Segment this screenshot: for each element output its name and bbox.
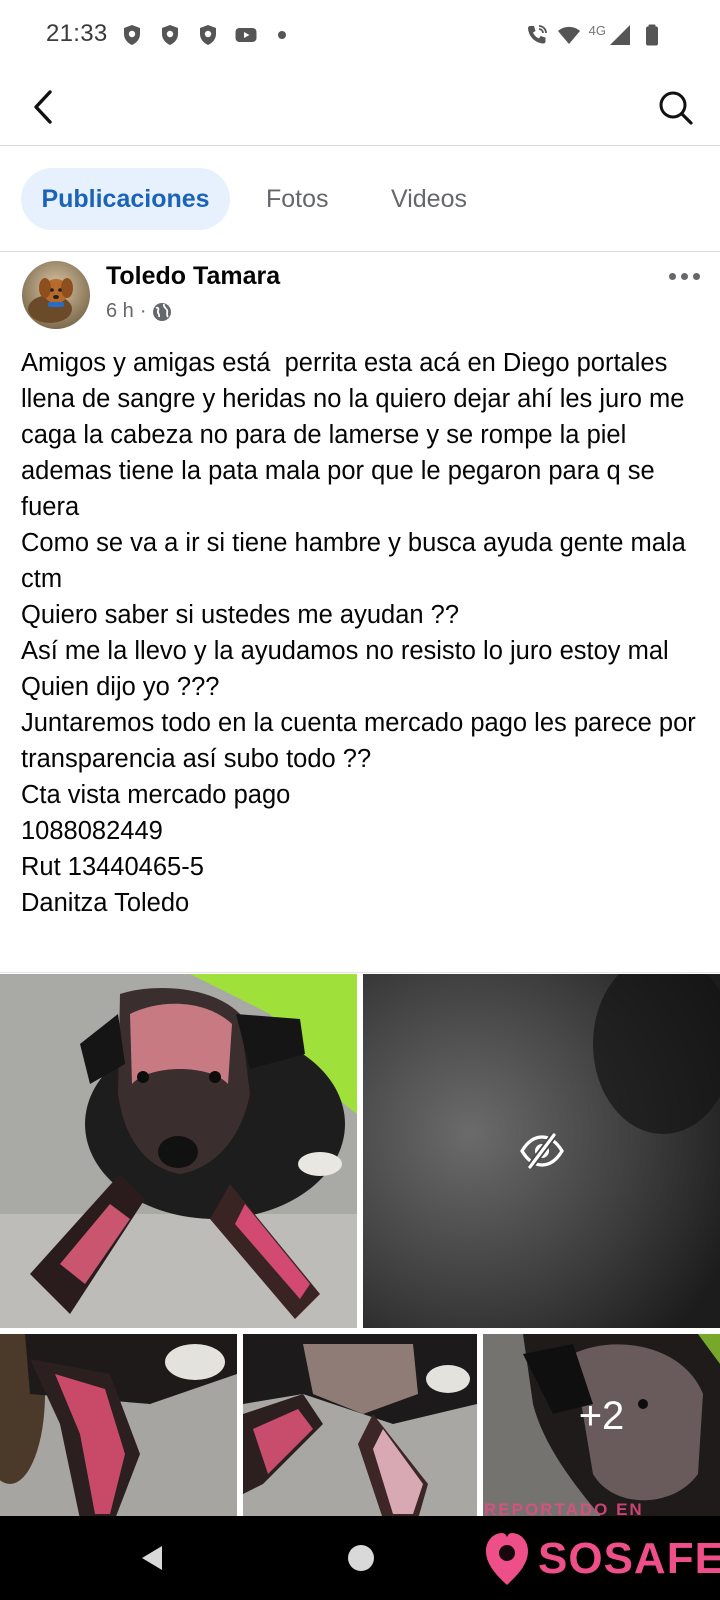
top-app-bar	[0, 70, 720, 146]
author-name[interactable]: Toledo Tamara	[106, 262, 280, 291]
watermark-caption: REPORTADO EN	[484, 1500, 644, 1519]
avatar[interactable]	[22, 261, 90, 329]
post-line: 1088082449	[21, 817, 163, 845]
tab-publicaciones[interactable]: Publicaciones	[21, 168, 230, 230]
network-label: 4G	[588, 22, 606, 38]
status-time: 21:33	[46, 20, 108, 47]
back-button[interactable]	[22, 86, 64, 128]
post-header: Toledo Tamara 6 h ·	[0, 252, 720, 338]
post-line: Amigos y amigas está perrita esta acá en…	[21, 349, 692, 521]
post-photo-4[interactable]	[243, 1334, 477, 1519]
signal-icon	[610, 25, 630, 45]
more-options-button[interactable]	[664, 264, 704, 288]
battery-icon	[646, 24, 658, 46]
shield-icon	[200, 25, 216, 45]
post-media-grid: +2	[0, 972, 720, 1519]
nav-home-icon[interactable]	[348, 1545, 374, 1571]
post-time[interactable]: 6 h	[106, 300, 134, 323]
wifi-icon	[557, 26, 580, 44]
wifi-call-icon	[527, 25, 547, 44]
post-body: Amigos y amigas está perrita esta acá en…	[21, 345, 707, 921]
post-line: Danitza Toledo	[21, 889, 190, 917]
notification-icons	[120, 20, 286, 50]
post-photo-more[interactable]: +2	[483, 1334, 720, 1519]
post-photo-hidden[interactable]	[363, 974, 720, 1328]
system-icons: 4G	[525, 20, 664, 50]
post-line: Quien dijo yo ???	[21, 673, 220, 701]
heart-pin-icon	[486, 1533, 528, 1585]
more-dot	[680, 272, 688, 280]
more-dot	[668, 272, 676, 280]
search-button[interactable]	[654, 86, 698, 130]
post-photo-1[interactable]	[0, 974, 357, 1328]
sosafe-logo: SOSAFE	[484, 1524, 720, 1594]
nav-back-icon[interactable]	[136, 1542, 168, 1574]
dot-icon	[278, 31, 286, 39]
post-photo-3[interactable]	[0, 1334, 237, 1519]
watermark-brand: SOSAFE	[538, 1534, 720, 1583]
profile-tabs: Publicaciones Fotos Videos	[0, 147, 720, 252]
more-photos-count: +2	[578, 1394, 625, 1438]
back-arrow-icon	[34, 90, 52, 124]
post-line: Juntaremos todo en la cuenta mercado pag…	[21, 709, 703, 773]
status-bar: 21:33 4G	[0, 0, 720, 70]
post-meta: 6 h ·	[106, 300, 172, 323]
post-line: Como se va a ir si tiene hambre y busca …	[21, 529, 693, 593]
eye-off-icon	[519, 1132, 564, 1170]
more-dot	[692, 272, 700, 280]
youtube-icon	[235, 28, 257, 42]
post-line: Rut 13440465-5	[21, 853, 204, 881]
shield-icon	[162, 25, 178, 45]
shield-icon	[124, 25, 140, 45]
post-line: Así me la llevo y la ayudamos no resisto…	[21, 637, 669, 665]
meta-separator: ·	[139, 300, 147, 322]
search-icon	[659, 91, 693, 125]
post-line: Quiero saber si ustedes me ayudan ??	[21, 601, 460, 629]
post-line: Cta vista mercado pago	[21, 781, 291, 809]
tab-videos[interactable]: Videos	[391, 168, 467, 230]
tab-fotos[interactable]: Fotos	[266, 168, 329, 230]
globe-icon	[153, 302, 172, 321]
